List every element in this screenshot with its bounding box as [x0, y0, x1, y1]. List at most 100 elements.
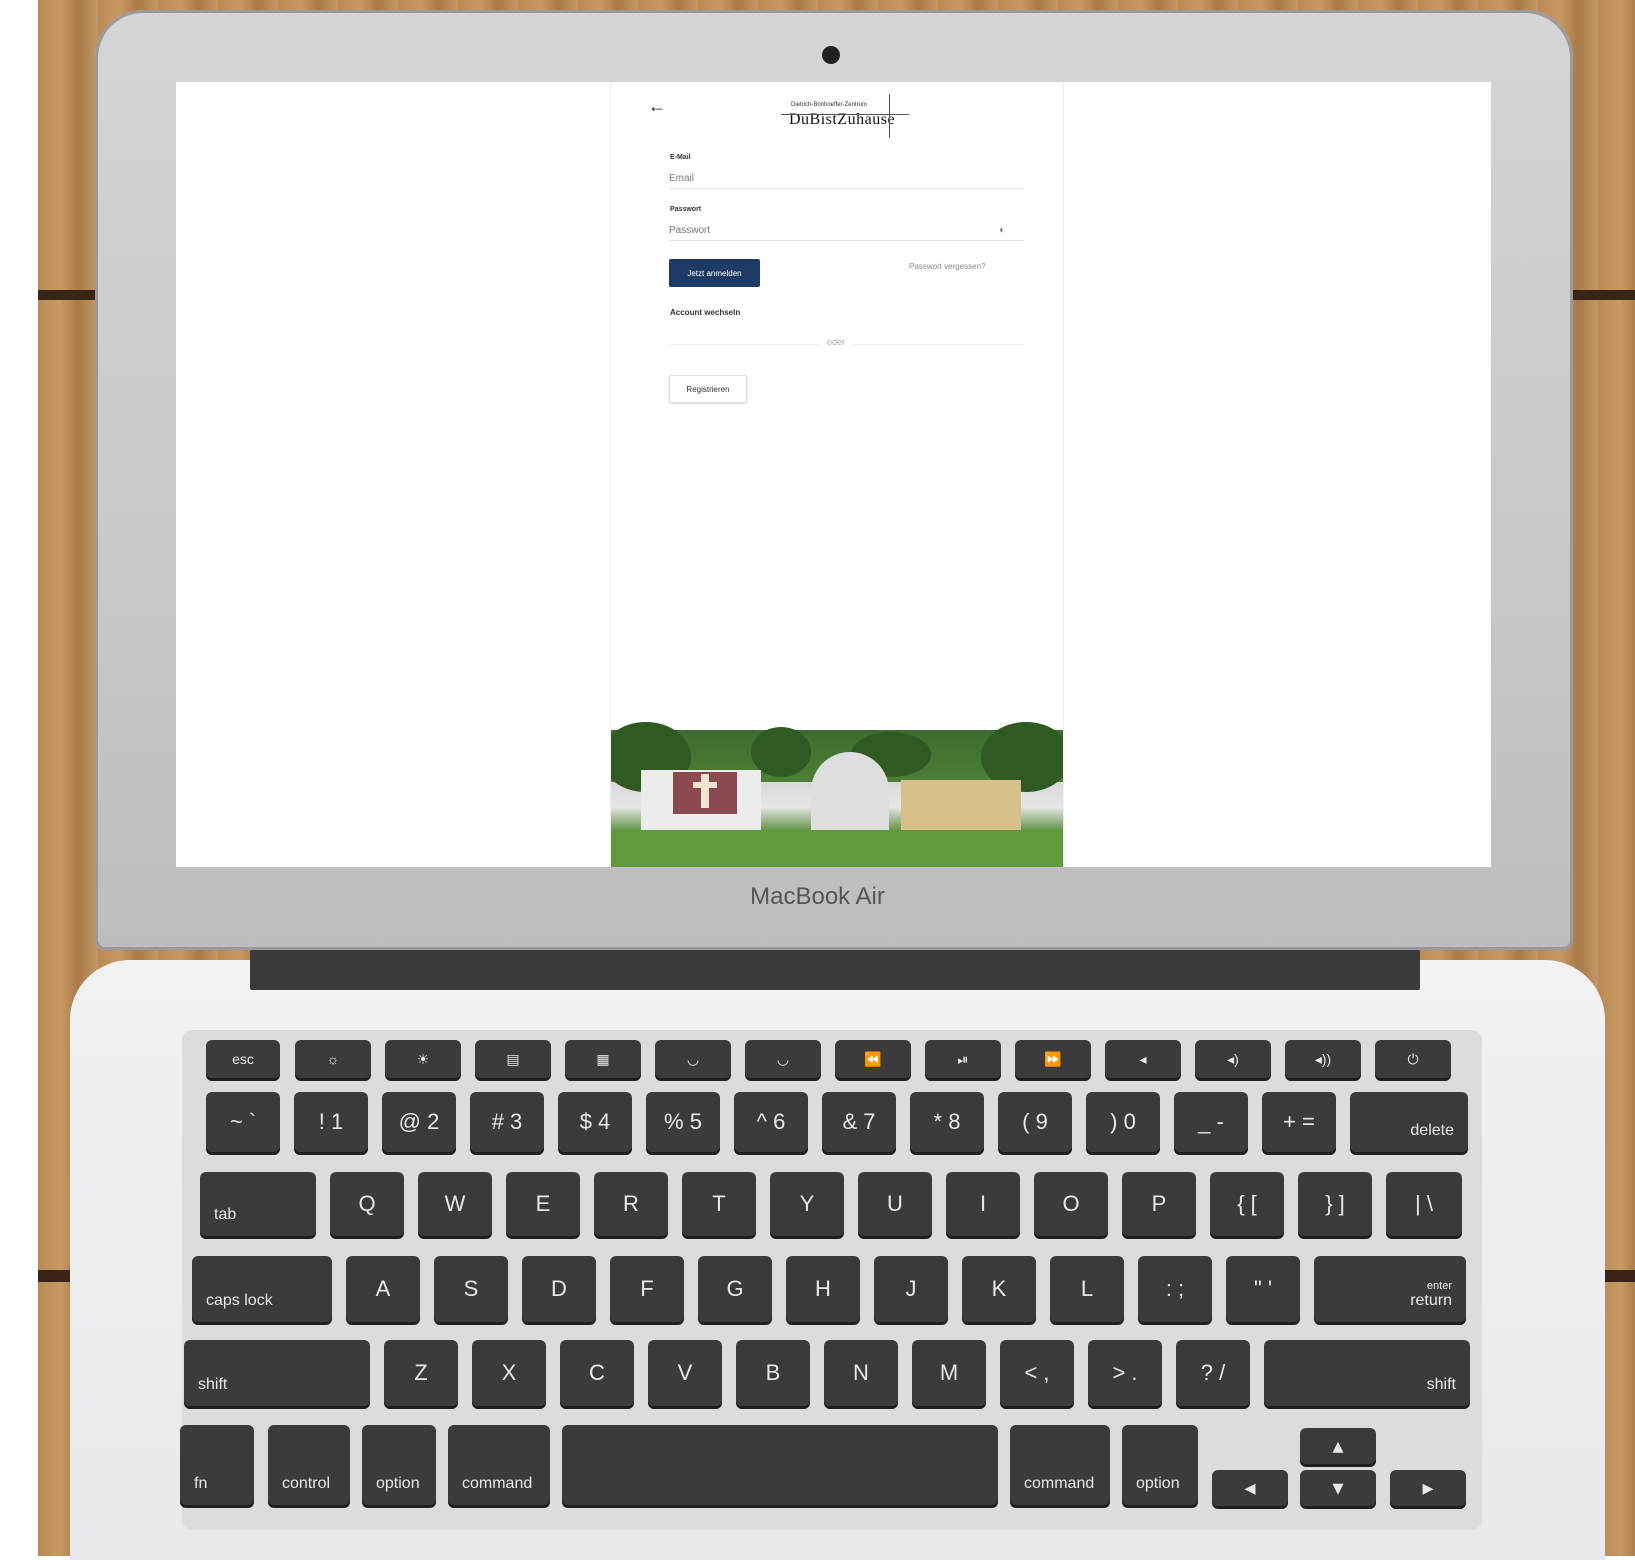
church-tower: [811, 752, 889, 837]
mute-icon[interactable]: ◂: [1105, 1040, 1181, 1078]
webcam: [822, 46, 840, 64]
brightness-up-icon[interactable]: ☀: [385, 1040, 461, 1078]
key-d[interactable]: D: [522, 1256, 596, 1322]
power-icon[interactable]: ⏻: [1375, 1040, 1451, 1078]
mission-control-icon[interactable]: ▤: [475, 1040, 551, 1078]
key-caps-lock[interactable]: caps lock: [192, 1256, 332, 1322]
key-shift-left[interactable]: shift: [184, 1340, 370, 1406]
logo-subtitle: Dietrich-Bonhoeffer-Zentrum: [791, 102, 867, 108]
key-h[interactable]: H: [786, 1256, 860, 1322]
brightness-down-icon[interactable]: ☼: [295, 1040, 371, 1078]
key-c[interactable]: C: [560, 1340, 634, 1406]
key-0[interactable]: ) 0: [1086, 1092, 1160, 1152]
key-v[interactable]: V: [648, 1340, 722, 1406]
key-p[interactable]: P: [1122, 1172, 1196, 1236]
switch-account-link[interactable]: Account wechseln: [670, 308, 740, 317]
key-n[interactable]: N: [824, 1340, 898, 1406]
key-w[interactable]: W: [418, 1172, 492, 1236]
cross-icon: [701, 774, 709, 808]
key-j[interactable]: J: [874, 1256, 948, 1322]
church-hall: [901, 780, 1021, 830]
key-y[interactable]: Y: [770, 1172, 844, 1236]
key-2[interactable]: @ 2: [382, 1092, 456, 1152]
key-k[interactable]: K: [962, 1256, 1036, 1322]
divider-text: oder: [818, 337, 854, 347]
key-u[interactable]: U: [858, 1172, 932, 1236]
key-8[interactable]: * 8: [910, 1092, 984, 1152]
key-t[interactable]: T: [682, 1172, 756, 1236]
key-tab[interactable]: tab: [200, 1172, 316, 1236]
key-command-right[interactable]: command: [1010, 1425, 1110, 1505]
key-e[interactable]: E: [506, 1172, 580, 1236]
key-minus[interactable]: _ -: [1174, 1092, 1248, 1152]
key-q[interactable]: Q: [330, 1172, 404, 1236]
key-space[interactable]: [562, 1425, 998, 1505]
eye-off-icon[interactable]: ◐: [999, 224, 1006, 236]
key-slash[interactable]: ? /: [1176, 1340, 1250, 1406]
keyboard-light-down-icon[interactable]: ◡: [655, 1040, 731, 1078]
key-o[interactable]: O: [1034, 1172, 1108, 1236]
key-option-right[interactable]: option: [1122, 1425, 1198, 1505]
login-page: ← Dietrich-Bonhoeffer-Zentrum DuBistZuha…: [610, 82, 1064, 867]
key-fn[interactable]: fn: [180, 1425, 254, 1505]
arrow-left-icon[interactable]: ←: [648, 96, 666, 117]
key-1[interactable]: ! 1: [294, 1092, 368, 1152]
key-x[interactable]: X: [472, 1340, 546, 1406]
key-command-left[interactable]: command: [448, 1425, 550, 1505]
key-comma[interactable]: < ,: [1000, 1340, 1074, 1406]
key-period[interactable]: > .: [1088, 1340, 1162, 1406]
forgot-password-link[interactable]: Passwort vergessen?: [909, 262, 985, 271]
key-m[interactable]: M: [912, 1340, 986, 1406]
brand-label: MacBook Air: [750, 883, 885, 910]
launchpad-icon[interactable]: ▦: [565, 1040, 641, 1078]
key-bracket-left[interactable]: { [: [1210, 1172, 1284, 1236]
email-field[interactable]: [669, 168, 1024, 189]
key-l[interactable]: L: [1050, 1256, 1124, 1322]
key-4[interactable]: $ 4: [558, 1092, 632, 1152]
rewind-icon[interactable]: ⏪: [835, 1040, 911, 1078]
play-pause-icon[interactable]: ⏯: [925, 1040, 1001, 1078]
key-esc[interactable]: esc: [206, 1040, 280, 1078]
volume-down-icon[interactable]: ◂): [1195, 1040, 1271, 1078]
key-a[interactable]: A: [346, 1256, 420, 1322]
key-5[interactable]: % 5: [646, 1092, 720, 1152]
key-i[interactable]: I: [946, 1172, 1020, 1236]
key-b[interactable]: B: [736, 1340, 810, 1406]
arrow-right-key-icon[interactable]: ▸: [1390, 1470, 1466, 1506]
password-label: Passwort: [670, 206, 702, 213]
key-6[interactable]: ^ 6: [734, 1092, 808, 1152]
keyboard-light-up-icon[interactable]: ◡: [745, 1040, 821, 1078]
volume-up-icon[interactable]: ◂)): [1285, 1040, 1361, 1078]
fast-forward-icon[interactable]: ⏩: [1015, 1040, 1091, 1078]
arrow-down-key-icon[interactable]: ▾: [1300, 1470, 1376, 1506]
key-tilde[interactable]: ~ `: [206, 1092, 280, 1152]
key-3[interactable]: # 3: [470, 1092, 544, 1152]
key-s[interactable]: S: [434, 1256, 508, 1322]
key-delete[interactable]: delete: [1350, 1092, 1468, 1152]
key-z[interactable]: Z: [384, 1340, 458, 1406]
key-control[interactable]: control: [268, 1425, 350, 1505]
key-shift-right[interactable]: shift: [1264, 1340, 1470, 1406]
key-bracket-right[interactable]: } ]: [1298, 1172, 1372, 1236]
key-f[interactable]: F: [610, 1256, 684, 1322]
key-option-left[interactable]: option: [362, 1425, 436, 1505]
arrow-left-key-icon[interactable]: ◂: [1212, 1470, 1288, 1506]
cross-bar: [693, 782, 717, 788]
key-9[interactable]: ( 9: [998, 1092, 1072, 1152]
key-return[interactable]: enter return: [1314, 1256, 1466, 1322]
return-key-labels: enter return: [1410, 1280, 1452, 1310]
arrow-up-key-icon[interactable]: ▴: [1300, 1428, 1376, 1464]
key-7[interactable]: & 7: [822, 1092, 896, 1152]
password-field[interactable]: [669, 220, 1024, 241]
key-backslash[interactable]: | \: [1386, 1172, 1462, 1236]
key-r[interactable]: R: [594, 1172, 668, 1236]
laptop-hinge: [250, 950, 1420, 990]
register-button[interactable]: Registrieren: [669, 375, 747, 403]
key-equals[interactable]: + =: [1262, 1092, 1336, 1152]
login-button[interactable]: Jetzt anmelden: [669, 259, 760, 287]
enter-label: enter: [1426, 1280, 1452, 1292]
key-semicolon[interactable]: : ;: [1138, 1256, 1212, 1322]
key-g[interactable]: G: [698, 1256, 772, 1322]
church-photo: [611, 722, 1063, 867]
key-quote[interactable]: " ': [1226, 1256, 1300, 1322]
